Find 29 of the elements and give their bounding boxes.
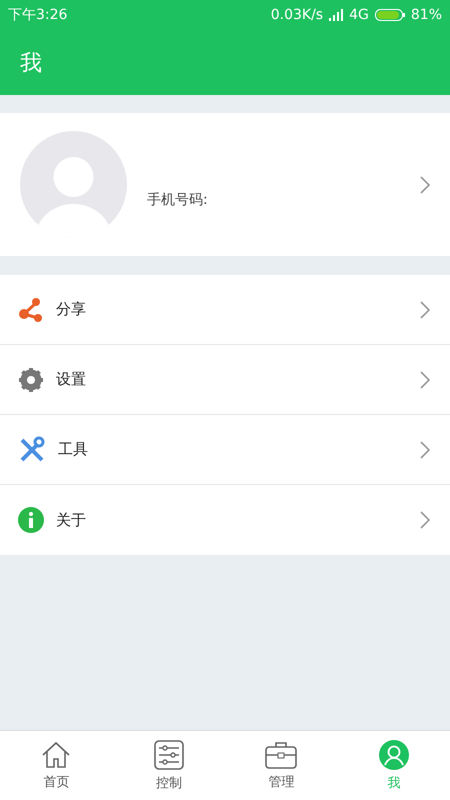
signal-icon <box>329 9 344 21</box>
menu-item[interactable]: 分享 <box>0 275 450 345</box>
page-title: 我 <box>20 50 42 78</box>
home-icon <box>40 740 72 768</box>
tab[interactable]: 控制 <box>112 731 225 800</box>
tab[interactable]: 首页 <box>0 731 112 800</box>
chevron-icon <box>420 300 430 318</box>
phone-label: 手机号码: <box>147 190 209 208</box>
tools-icon <box>18 436 46 464</box>
menu-item[interactable]: 关于 <box>0 485 450 555</box>
chevron-icon <box>420 370 430 388</box>
share-icon <box>18 296 44 322</box>
info-icon <box>18 507 44 533</box>
battery-percent: 81% <box>410 7 442 23</box>
briefcase-icon <box>265 740 298 768</box>
status-time: 下午3:26 <box>8 6 68 24</box>
network-speed: 0.03K/s <box>270 7 324 23</box>
user-icon <box>378 740 409 770</box>
menu-item[interactable]: 设置 <box>0 345 450 415</box>
gear-icon <box>18 366 44 392</box>
menu-item[interactable]: 工具 <box>0 415 450 485</box>
chevron-icon <box>420 440 430 458</box>
chevron-icon <box>420 511 430 529</box>
battery-icon <box>374 9 405 21</box>
profile-card[interactable]: 手机号码: <box>0 113 450 256</box>
network-type: 4G <box>349 7 369 23</box>
chevron-icon <box>420 176 430 194</box>
sliders-icon <box>154 740 184 770</box>
tab[interactable]: 管理 <box>225 731 338 800</box>
